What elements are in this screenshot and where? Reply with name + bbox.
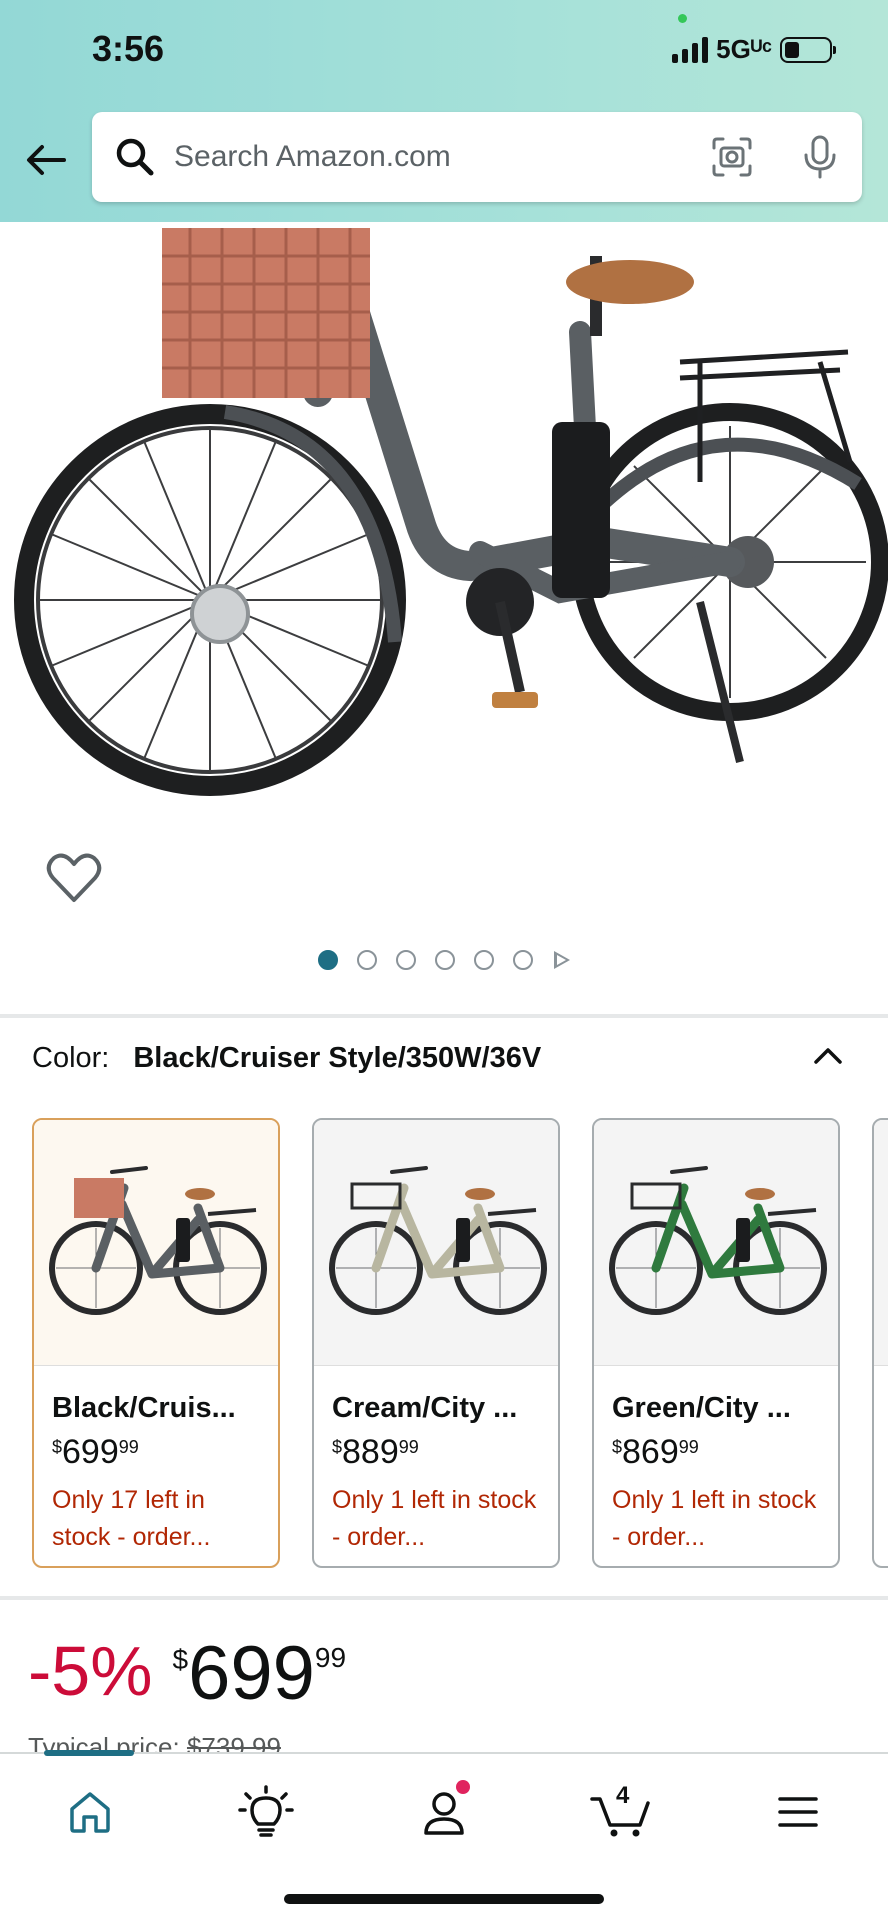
search-input[interactable]: [174, 140, 710, 174]
carousel-dot[interactable]: [318, 950, 338, 970]
price-whole: 699: [188, 1631, 315, 1716]
section-divider: [0, 1014, 888, 1018]
color-swatch-partial[interactable]: [872, 1118, 888, 1568]
product-image[interactable]: [0, 222, 888, 1012]
hamburger-menu-icon: [778, 1797, 818, 1827]
collapse-button[interactable]: [808, 1040, 848, 1070]
section-divider: [0, 1596, 888, 1600]
chevron-up-icon: [814, 1048, 842, 1064]
swatch-stock-text: Only 17 left in stock - order...: [52, 1486, 211, 1551]
notification-dot: [456, 1780, 470, 1794]
nav-active-indicator: [44, 1750, 134, 1756]
swatch-name: Green/City ...: [612, 1392, 791, 1424]
swatch-thumbnail: [594, 1120, 838, 1366]
color-selected-value: Black/Cruiser Style/350W/36V: [133, 1042, 542, 1074]
carousel-dot[interactable]: [474, 950, 494, 970]
status-time: 3:56: [92, 28, 165, 69]
person-icon: [424, 1792, 464, 1835]
video-play-icon[interactable]: [554, 951, 570, 969]
battery-icon: [780, 36, 836, 63]
home-indicator: [284, 1894, 604, 1904]
price-currency: $: [172, 1644, 189, 1675]
carousel-dot[interactable]: [357, 950, 377, 970]
carousel-dot[interactable]: [396, 950, 416, 970]
home-icon: [70, 1792, 110, 1833]
search-bar[interactable]: [92, 112, 862, 202]
image-carousel-dots[interactable]: [0, 950, 888, 970]
swatch-price: $889 99: [332, 1433, 419, 1471]
price-fraction: 99: [314, 1642, 347, 1673]
color-swatch[interactable]: Black/Cruis... $699 99 Only 17 left in st…: [32, 1118, 280, 1568]
color-swatch[interactable]: Green/City ... $869 99 Only 1 left in sto…: [592, 1118, 840, 1568]
network-label: 5Gᵁᶜ: [716, 34, 772, 64]
wishlist-heart-icon[interactable]: [46, 852, 102, 904]
swatch-thumbnail: [34, 1120, 278, 1366]
privacy-indicator-dot: [678, 14, 687, 23]
nav-home[interactable]: [54, 1776, 126, 1848]
back-button[interactable]: [22, 136, 70, 184]
swatch-thumbnail: [314, 1120, 558, 1366]
signal-icon: [672, 36, 709, 63]
swatch-price: $699 99: [52, 1433, 139, 1471]
ebike-thumbnail-image: [609, 1166, 827, 1315]
color-swatch[interactable]: Cream/City ... $889 99 Only 1 left in sto…: [312, 1118, 560, 1568]
swatch-thumbnail: [874, 1120, 888, 1366]
carousel-dot[interactable]: [513, 950, 533, 970]
cart-count: 4: [616, 1782, 630, 1809]
swatch-stock-text: Only 1 left in stock - order...: [332, 1486, 537, 1551]
price-block: -5% $ 699 99: [28, 1636, 346, 1712]
carousel-dot[interactable]: [435, 950, 455, 970]
ebike-thumbnail-image: [49, 1166, 267, 1315]
discount-percent: -5%: [28, 1632, 153, 1710]
app-header: 3:56 5Gᵁᶜ: [0, 0, 888, 222]
swatch-price: $869 99: [612, 1433, 699, 1471]
ebike-thumbnail-image: [329, 1166, 547, 1315]
back-arrow-icon: [27, 145, 66, 175]
status-icons: 5Gᵁᶜ: [672, 34, 836, 65]
nav-account[interactable]: [408, 1776, 480, 1848]
color-label: Color:: [32, 1042, 110, 1074]
camera-scan-icon[interactable]: [710, 135, 754, 179]
nav-menu[interactable]: [762, 1776, 834, 1848]
search-icon: [116, 138, 154, 176]
microphone-icon[interactable]: [800, 135, 840, 179]
swatch-name: Black/Cruis...: [52, 1392, 236, 1424]
nav-inspire[interactable]: [230, 1776, 302, 1848]
nav-cart[interactable]: 4: [586, 1776, 658, 1848]
color-swatch-list: Black/Cruis... $699 99 Only 17 left in st…: [32, 1118, 888, 1568]
ebike-illustration: [14, 228, 888, 796]
color-selector-header: Color: Black/Cruiser Style/350W/36V: [32, 1042, 541, 1075]
swatch-name: Cream/City ...: [332, 1392, 518, 1424]
swatch-stock-text: Only 1 left in stock - order...: [612, 1486, 817, 1551]
lightbulb-icon: [238, 1785, 294, 1837]
